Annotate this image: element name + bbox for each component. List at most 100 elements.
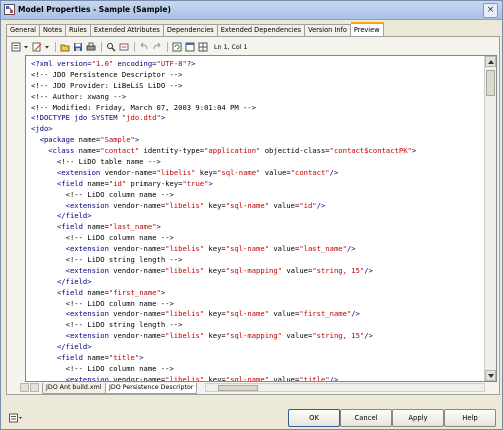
file-tab-persistence-descriptor[interactable]: JDO Persistence Descriptor: [105, 383, 198, 394]
window-title: Model Properties - Sample (Sample): [18, 5, 171, 14]
code-token: "last_name": [108, 222, 157, 232]
code-token: "sql-name": [225, 374, 270, 382]
code-token: <!-- LiDO string length -->: [31, 255, 183, 265]
code-token: <field: [31, 222, 88, 232]
code-token: >: [134, 135, 140, 145]
code-token: "libelis": [165, 244, 205, 254]
code-line: <field name="title">: [31, 353, 416, 364]
toolbar-separator: [55, 42, 56, 52]
tab-extended-attributes[interactable]: Extended Attributes: [90, 24, 164, 36]
toolbar-separator: [167, 42, 168, 52]
code-token: <extension: [31, 331, 114, 341]
replace-icon[interactable]: [118, 42, 129, 53]
code-token: key=: [195, 167, 218, 177]
code-token: <!-- LiDO table name -->: [31, 157, 161, 167]
help-button[interactable]: Help: [444, 409, 496, 427]
code-token: />: [329, 167, 339, 177]
code-token: <!-- LiDO column name -->: [31, 233, 174, 243]
tab-general[interactable]: General: [6, 24, 40, 36]
code-editor[interactable]: <?xml version="1.0" encoding="UTF-8"?> <!…: [25, 55, 497, 382]
grid-icon[interactable]: [197, 42, 208, 53]
dropdown-icon[interactable]: [23, 42, 29, 53]
tab-notes[interactable]: Notes: [40, 24, 67, 36]
code-line: <extension vendor-name="libelis" key="sq…: [31, 374, 416, 382]
code-line: <!DOCTYPE jdo SYSTEM "jdo.dtd">: [31, 113, 416, 124]
code-line: <extension vendor-name="libelis" key="sq…: [31, 244, 416, 255]
save-icon[interactable]: [72, 42, 83, 53]
code-token: key=: [204, 265, 226, 275]
code-token: <jdo>: [31, 124, 53, 134]
code-token: "application": [204, 146, 261, 156]
file-tab-bar: JDO Ant build.xml JDO Persistence Descri…: [10, 383, 496, 394]
code-line: <package name="Sample">: [31, 135, 416, 146]
code-token: <extension: [31, 200, 114, 210]
ok-button[interactable]: OK: [288, 409, 340, 427]
code-line: <!-- LiDO string length -->: [31, 255, 416, 266]
code-token: vendor-name=: [104, 167, 157, 177]
title-bar[interactable]: Model Properties - Sample (Sample) ×: [1, 1, 502, 20]
code-token: <!-- LiDO string length -->: [31, 320, 183, 330]
tab-extended-dependencies[interactable]: Extended Dependencies: [217, 24, 306, 36]
close-button[interactable]: ×: [483, 3, 498, 18]
horizontal-scrollbar[interactable]: [205, 383, 485, 392]
code-token: key=: [204, 374, 226, 382]
find-icon[interactable]: [105, 42, 116, 53]
code-token: ?>: [186, 59, 196, 68]
code-line: <extension vendor-name="libelis" key="sq…: [31, 266, 416, 277]
open-file-icon[interactable]: [59, 42, 70, 53]
code-line: <!-- LiDO string length -->: [31, 320, 416, 331]
code-token: />: [364, 265, 373, 275]
tab-dependencies[interactable]: Dependencies: [163, 24, 218, 36]
window-icon[interactable]: [184, 42, 195, 53]
undo-icon[interactable]: [138, 42, 149, 53]
code-line: </field>: [31, 277, 416, 288]
code-token: />: [346, 244, 356, 254]
cancel-button[interactable]: Cancel: [340, 409, 392, 427]
code-token: <extension: [31, 309, 114, 319]
scroll-down-button[interactable]: [485, 370, 496, 381]
code-token: value=: [260, 167, 291, 177]
next-tab-button[interactable]: [30, 383, 39, 392]
code-token: "last_name": [299, 244, 347, 254]
tab-preview[interactable]: Preview: [350, 22, 384, 36]
print-icon[interactable]: [85, 42, 96, 53]
dropdown-icon[interactable]: [44, 42, 50, 53]
code-token: <!-- Modified: Friday, March 07, 2003 9:…: [31, 102, 257, 112]
code-token: "string, 15": [312, 331, 365, 341]
cursor-position: Ln 1, Col 1: [214, 43, 248, 51]
code-token: value=: [269, 200, 300, 210]
scroll-up-button[interactable]: [485, 56, 496, 67]
vertical-scrollbar[interactable]: [484, 56, 496, 381]
code-token: vendor-name=: [113, 331, 166, 341]
tab-rules[interactable]: Rules: [66, 24, 91, 36]
code-token: >: [160, 287, 166, 297]
code-token: "contact": [100, 146, 140, 156]
code-token: <field: [31, 353, 88, 363]
code-line: <jdo>: [31, 124, 416, 135]
code-line: <!-- LiDO table name -->: [31, 157, 416, 168]
code-token: "sql-mapping": [225, 331, 283, 341]
code-line: <extension vendor-name="libelis" key="sq…: [31, 201, 416, 212]
code-token: "id": [299, 200, 317, 210]
scroll-thumb[interactable]: [486, 70, 495, 96]
refresh-icon[interactable]: [171, 42, 182, 53]
horizontal-scroll-thumb[interactable]: [218, 385, 258, 391]
xml-source[interactable]: <?xml version="1.0" encoding="UTF-8"?> <!…: [31, 59, 416, 382]
redo-icon[interactable]: [151, 42, 162, 53]
menu-dropdown-button[interactable]: [9, 413, 23, 423]
code-token: value=: [269, 244, 300, 254]
code-token: identity-type=: [139, 146, 205, 156]
code-token: value=: [269, 309, 300, 319]
code-token: <!-- LiDO column name -->: [31, 363, 174, 373]
properties-tab-strip: General Notes Rules Extended Attributes Depe…: [6, 22, 384, 36]
code-line: <field name="first_name">: [31, 288, 416, 299]
code-token: "libelis": [165, 200, 205, 210]
code-token: >: [156, 222, 161, 232]
code-line: <!-- LiDO column name -->: [31, 364, 416, 375]
tab-version-info[interactable]: Version Info: [305, 24, 351, 36]
file-tab-ant-build[interactable]: JDO Ant build.xml: [42, 383, 106, 394]
properties-icon[interactable]: [10, 42, 21, 53]
edit-icon[interactable]: [31, 42, 42, 53]
apply-button[interactable]: Apply: [392, 409, 444, 427]
prev-tab-button[interactable]: [20, 383, 29, 392]
